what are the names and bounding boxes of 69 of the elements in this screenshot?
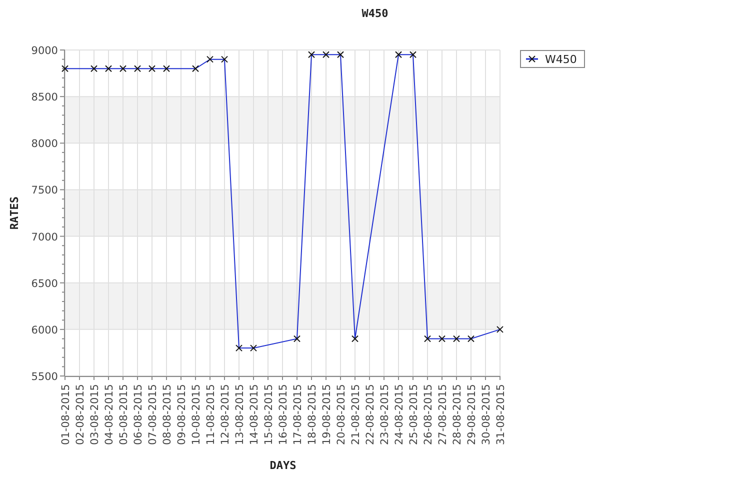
x-tick-label: 18-08-2015 <box>306 384 318 446</box>
legend-icon <box>526 56 538 62</box>
point-marker <box>134 65 141 72</box>
point-marker <box>221 56 228 63</box>
point-marker <box>352 335 358 342</box>
x-tick-label: 14-08-2015 <box>248 384 260 446</box>
y-tick-label: 8500 <box>31 92 58 104</box>
point-marker <box>453 335 460 342</box>
point-marker <box>322 51 330 58</box>
point-marker <box>105 65 112 72</box>
x-tick-label: 08-08-2015 <box>162 384 174 446</box>
point-marker <box>62 65 68 72</box>
point-marker <box>206 56 214 63</box>
point-marker <box>120 65 126 72</box>
point-marker <box>250 344 257 352</box>
point-marker <box>438 335 446 342</box>
x-tick-label: 07-08-2015 <box>147 384 159 446</box>
y-tick-label: 9000 <box>31 45 58 57</box>
y-axis-label: RATES <box>8 196 21 230</box>
x-tick-label: 29-08-2015 <box>466 384 478 446</box>
x-tick-label: 03-08-2015 <box>89 384 101 446</box>
x-tick-label: 30-08-2015 <box>480 384 492 446</box>
legend-box <box>520 50 585 68</box>
y-tick-label: 6000 <box>31 324 58 336</box>
point-marker <box>410 51 416 58</box>
x-tick-label: 12-08-2015 <box>220 384 232 446</box>
point-marker <box>424 335 431 342</box>
x-tick-label: 26-08-2015 <box>422 384 434 446</box>
y-tick-label: 7000 <box>31 231 58 244</box>
x-tick-label: 05-08-2015 <box>118 384 130 446</box>
point-marker <box>395 51 402 58</box>
point-marker <box>496 326 504 333</box>
x-tick-label: 06-08-2015 <box>132 384 144 446</box>
x-tick-label: 28-08-2015 <box>452 384 464 446</box>
point-marker <box>148 65 156 72</box>
x-tick-label: 04-08-2015 <box>104 384 116 446</box>
point-marker <box>337 51 344 58</box>
x-tick-label: 21-08-2015 <box>350 384 362 446</box>
x-tick-label: 22-08-2015 <box>364 384 376 446</box>
x-tick-label: 01-08-2015 <box>60 384 72 446</box>
x-tick-label: 20-08-2015 <box>336 384 348 446</box>
x-tick-label: 19-08-2015 <box>321 384 333 446</box>
y-tick-label: 5500 <box>31 371 58 383</box>
x-tick-label: 27-08-2015 <box>437 384 449 446</box>
y-tick-label: 6500 <box>31 278 58 290</box>
x-tick-label: 11-08-2015 <box>205 384 217 446</box>
point-marker <box>236 344 242 352</box>
point-marker <box>294 335 300 342</box>
x-axis-label: DAYS <box>270 459 296 472</box>
x-tick-label: 13-08-2015 <box>234 384 246 446</box>
x-tick-label: 15-08-2015 <box>263 384 275 446</box>
x-tick-label: 31-08-2015 <box>495 384 507 446</box>
point-marker <box>90 65 98 72</box>
y-tick-label: 7500 <box>31 184 58 197</box>
x-tick-label: 10-08-2015 <box>190 384 202 446</box>
legend-label: W450 <box>545 53 577 66</box>
x-tick-label: 17-08-2015 <box>292 384 304 446</box>
point-marker <box>468 335 474 342</box>
y-tick-label: 8000 <box>31 138 58 150</box>
x-tick-label: 23-08-2015 <box>379 384 391 446</box>
point-marker <box>192 65 199 72</box>
point-marker <box>163 65 170 72</box>
point-marker <box>308 51 315 58</box>
x-tick-label: 02-08-2015 <box>74 384 86 446</box>
x-tick-label: 09-08-2015 <box>176 384 188 446</box>
chart-title: W450 <box>362 7 388 20</box>
x-tick-label: 16-08-2015 <box>278 384 290 446</box>
x-tick-label: 25-08-2015 <box>408 384 420 446</box>
x-tick-label: 24-08-2015 <box>394 384 406 446</box>
